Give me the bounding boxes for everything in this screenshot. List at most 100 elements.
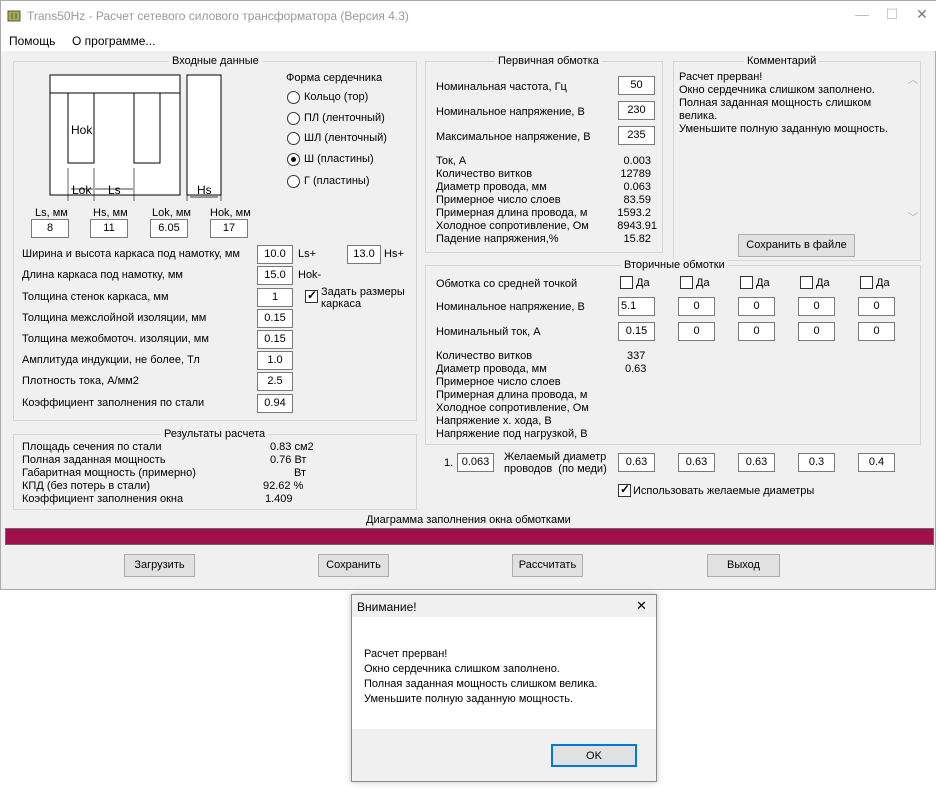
wire-input-5[interactable]: 0.4 bbox=[858, 453, 895, 472]
result-label-gabarit: Габаритная мощность (примерно) bbox=[22, 467, 196, 479]
secondary-voltage-input-5[interactable]: 0 bbox=[858, 297, 895, 316]
secondary-label-noload: Напряжение х. хода, В bbox=[436, 415, 552, 427]
param-label-length: Длина каркаса под намотку, мм bbox=[22, 269, 183, 281]
secondary-label-resistance: Холодное сопротивление, Ом bbox=[436, 402, 589, 414]
secondary-current-input-2[interactable]: 0 bbox=[678, 322, 715, 341]
primary-label-length: Примерная длина провода, м bbox=[436, 207, 588, 219]
primary-label-drop: Падение напряжения,% bbox=[436, 233, 559, 245]
comment-line-3: Полная заданная мощность слишком bbox=[679, 97, 872, 109]
close-icon[interactable]: ✕ bbox=[907, 6, 937, 23]
primary-value-resistance: 8943.91 bbox=[617, 220, 657, 232]
dialog-line-3: Полная заданная мощность слишком велика. bbox=[364, 678, 598, 690]
radio-g[interactable] bbox=[287, 175, 300, 188]
primary-input-max-voltage[interactable]: 235 bbox=[618, 126, 655, 145]
save-to-file-button[interactable]: Сохранить в файле bbox=[738, 234, 855, 257]
primary-label-diameter: Диаметр провода, мм bbox=[436, 181, 547, 193]
param-label-induction: Амплитуда индукции, не более, Тл bbox=[22, 354, 200, 366]
primary-wire-input[interactable]: 0.063 bbox=[457, 453, 494, 472]
fill-diagram-label: Диаграмма заполнения окна обмотками bbox=[366, 514, 571, 526]
fill-diagram-bar bbox=[5, 528, 934, 545]
param-input-layer-insul[interactable]: 0.15 bbox=[257, 309, 293, 328]
scroll-up-icon[interactable]: ︿ bbox=[908, 71, 918, 86]
comment-line-2: Окно сердечника слишком заполнено. bbox=[679, 84, 875, 96]
secondary-label-turns: Количество витков bbox=[436, 350, 533, 362]
radio-ring[interactable] bbox=[287, 91, 300, 104]
secondary-current-input-4[interactable]: 0 bbox=[798, 322, 835, 341]
param-input-fill-factor[interactable]: 0.94 bbox=[257, 394, 293, 413]
primary-label-frequency: Номинальная частота, Гц bbox=[436, 81, 567, 93]
dim-input-ls[interactable]: 8 bbox=[31, 219, 69, 238]
calculate-button[interactable]: Рассчитать bbox=[512, 554, 583, 577]
load-button[interactable]: Загрузить bbox=[124, 554, 195, 577]
comment-line-5: Уменьшите полную заданную мощность. bbox=[679, 123, 889, 135]
ls-label: Ls bbox=[108, 183, 121, 197]
hok-label: Hok bbox=[71, 123, 93, 137]
primary-label-turns: Количество витков bbox=[436, 168, 533, 180]
center-tap-checkbox-2[interactable] bbox=[680, 276, 693, 289]
result-label-power: Полная заданная мощность bbox=[22, 454, 166, 466]
dim-input-hs[interactable]: 11 bbox=[90, 219, 128, 238]
center-tap-label-5: Да bbox=[876, 277, 890, 289]
secondary-voltage-input-3[interactable]: 0 bbox=[738, 297, 775, 316]
scroll-down-icon[interactable]: ﹀ bbox=[908, 209, 918, 224]
comment-line-1: Расчет прерван! bbox=[679, 71, 763, 83]
param-input-width[interactable]: 10.0 bbox=[257, 245, 293, 264]
wire-index-label: 1. bbox=[444, 457, 454, 469]
exit-button[interactable]: Выход bbox=[707, 554, 780, 577]
secondary-current-input-3[interactable]: 0 bbox=[738, 322, 775, 341]
radio-shl[interactable] bbox=[287, 132, 300, 145]
menu-bar: Помощь О программе... bbox=[1, 31, 937, 51]
hok-minus-button[interactable]: Hok- bbox=[298, 269, 321, 281]
wire-input-1[interactable]: 0.63 bbox=[618, 453, 655, 472]
set-frame-checkbox[interactable] bbox=[305, 288, 318, 303]
minimize-icon[interactable]: — bbox=[847, 6, 877, 22]
primary-input-frequency[interactable]: 50 bbox=[618, 76, 655, 95]
dim-label-hok: Hok, мм bbox=[210, 207, 251, 219]
use-desired-checkbox[interactable] bbox=[618, 482, 631, 497]
param-input-length[interactable]: 15.0 bbox=[257, 266, 293, 285]
wire-input-2[interactable]: 0.63 bbox=[678, 453, 715, 472]
primary-input-voltage[interactable]: 230 bbox=[618, 101, 655, 120]
hs-label: Hs bbox=[197, 183, 212, 197]
ok-button[interactable]: OK bbox=[551, 744, 637, 767]
param-input-induction[interactable]: 1.0 bbox=[257, 351, 293, 370]
result-label-area: Площадь сечения по стали bbox=[22, 441, 162, 453]
secondary-voltage-input-2[interactable]: 0 bbox=[678, 297, 715, 316]
center-tap-checkbox-5[interactable] bbox=[860, 276, 873, 289]
secondary-voltage-input-4[interactable]: 0 bbox=[798, 297, 835, 316]
save-button[interactable]: Сохранить bbox=[318, 554, 389, 577]
lok-label: Lok bbox=[72, 183, 92, 197]
radio-sh[interactable] bbox=[287, 153, 300, 166]
param-input-wall[interactable]: 1 bbox=[257, 288, 293, 307]
param-label-current-density: Плотность тока, А/мм2 bbox=[22, 375, 139, 387]
hs-input[interactable]: 13.0 bbox=[347, 245, 381, 264]
center-tap-checkbox-3[interactable] bbox=[740, 276, 753, 289]
primary-caption: Первичная обмотка bbox=[495, 55, 602, 67]
maximize-icon[interactable]: ☐ bbox=[877, 6, 907, 23]
hs-plus-button[interactable]: Hs+ bbox=[384, 248, 404, 260]
dialog-close-icon[interactable]: ✕ bbox=[636, 598, 647, 614]
input-group-caption: Входные данные bbox=[169, 55, 262, 67]
menu-about[interactable]: О программе... bbox=[72, 34, 155, 48]
title-bar: Trans50Hz - Расчет сетевого силового тра… bbox=[1, 1, 937, 31]
result-value-area: 0.83 см2 bbox=[270, 441, 314, 453]
radio-pl[interactable] bbox=[287, 112, 300, 125]
param-input-winding-insul[interactable]: 0.15 bbox=[257, 330, 293, 349]
center-tap-checkbox-1[interactable] bbox=[620, 276, 633, 289]
param-input-current-density[interactable]: 2.5 bbox=[257, 372, 293, 391]
dim-input-lok[interactable]: 6.05 bbox=[150, 219, 188, 238]
comment-scrollbar[interactable]: ︿ ﹀ bbox=[905, 69, 921, 229]
desired-diameter-label: Желаемый диаметр проводов (по меди) bbox=[504, 451, 607, 475]
secondary-voltage-label: Номинальное напряжение, В bbox=[436, 301, 585, 313]
ls-plus-button[interactable]: Ls+ bbox=[298, 248, 316, 260]
center-tap-checkbox-4[interactable] bbox=[800, 276, 813, 289]
menu-help[interactable]: Помощь bbox=[9, 34, 55, 48]
secondary-current-input-1[interactable]: 0.15 bbox=[618, 322, 655, 341]
wire-input-4[interactable]: 0.3 bbox=[798, 453, 835, 472]
use-desired-label: Использовать желаемые диаметры bbox=[633, 485, 815, 497]
secondary-voltage-input-1[interactable]: 5.1 bbox=[618, 297, 655, 316]
dim-input-hok[interactable]: 17 bbox=[210, 219, 248, 238]
param-label-layer-insul: Толщина межслойной изоляции, мм bbox=[22, 312, 207, 324]
secondary-current-input-5[interactable]: 0 bbox=[858, 322, 895, 341]
wire-input-3[interactable]: 0.63 bbox=[738, 453, 775, 472]
